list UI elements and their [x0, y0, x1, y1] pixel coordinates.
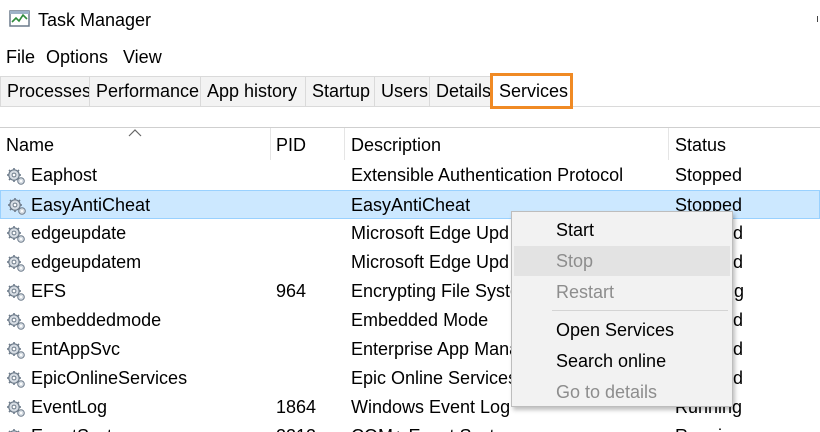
menu-bar: File Options View — [0, 44, 820, 70]
window-control-edge — [817, 16, 818, 22]
column-divider[interactable] — [668, 128, 669, 160]
service-description: Windows Event Log — [351, 397, 511, 417]
service-status: d — [733, 339, 744, 359]
context-menu: Start Stop Restart Open Services Search … — [511, 211, 733, 407]
service-name: Eaphost — [31, 165, 98, 185]
column-divider[interactable] — [344, 128, 345, 160]
service-description: Microsoft Edge Upd — [351, 252, 510, 272]
service-status: Stopped — [675, 165, 743, 185]
column-header-name[interactable]: Name — [6, 128, 54, 160]
context-menu-stop[interactable]: Stop — [514, 246, 730, 276]
service-status: d — [733, 252, 744, 272]
service-gear-icon — [6, 225, 26, 244]
service-status: d — [733, 223, 744, 243]
service-gear-icon — [6, 428, 26, 432]
service-name: EFS — [31, 281, 67, 301]
service-gear-icon — [6, 254, 26, 273]
service-gear-icon — [7, 197, 27, 216]
service-gear-icon — [6, 370, 26, 389]
window-title: Task Manager — [38, 10, 152, 30]
service-status: Running — [675, 422, 742, 432]
context-menu-open-services[interactable]: Open Services — [514, 315, 730, 345]
service-gear-icon — [6, 312, 26, 331]
tab-app-history[interactable]: App history — [200, 76, 305, 107]
service-status: d — [733, 310, 744, 330]
service-description: Extensible Authentication Protocol — [351, 165, 624, 185]
tab-startup[interactable]: Startup — [305, 76, 374, 107]
service-name: EasyAntiCheat — [31, 195, 151, 215]
column-header-status[interactable]: Status — [675, 128, 726, 160]
service-name: EventSystem — [31, 422, 137, 432]
service-name: edgeupdatem — [31, 252, 142, 272]
menu-file[interactable]: File — [6, 44, 35, 70]
service-gear-icon — [6, 399, 26, 418]
table-row[interactable]: EventSystem 2212 COM+ Event System Runni… — [0, 422, 820, 432]
task-manager-icon — [9, 10, 30, 27]
service-name: EntAppSvc — [31, 339, 121, 359]
service-name: edgeupdate — [31, 223, 127, 243]
column-header-pid[interactable]: PID — [276, 128, 306, 160]
service-gear-icon — [6, 167, 26, 186]
service-name: EpicOnlineServices — [31, 368, 188, 388]
service-description: Enterprise App Mana — [351, 339, 520, 359]
context-menu-restart[interactable]: Restart — [514, 277, 730, 307]
column-divider[interactable] — [270, 128, 271, 160]
service-description: Microsoft Edge Upd — [351, 223, 510, 243]
column-header-description[interactable]: Description — [351, 128, 441, 160]
service-description: EasyAntiCheat — [351, 195, 471, 215]
tab-bar: Processes Performance App history Startu… — [0, 73, 820, 109]
service-status: g — [734, 281, 745, 301]
tab-users[interactable]: Users — [374, 76, 429, 107]
service-pid: 964 — [276, 281, 307, 301]
menu-view[interactable]: View — [123, 44, 162, 70]
tab-details[interactable]: Details — [429, 76, 492, 107]
context-menu-go-to-details[interactable]: Go to details — [514, 377, 730, 407]
service-description: Epic Online Services — [351, 368, 518, 388]
service-pid: 1864 — [276, 397, 317, 417]
table-row[interactable]: Eaphost Extensible Authentication Protoc… — [0, 161, 820, 190]
context-menu-search-online[interactable]: Search online — [514, 346, 730, 376]
title-bar: Task Manager — [0, 0, 820, 40]
table-header: Name PID Description Status — [0, 128, 820, 160]
tab-processes[interactable]: Processes — [0, 76, 91, 107]
tab-services[interactable]: Services — [490, 73, 573, 109]
service-description: COM+ Event System — [351, 422, 520, 432]
menu-options[interactable]: Options — [46, 44, 108, 70]
context-menu-start[interactable]: Start — [514, 215, 730, 245]
service-gear-icon — [6, 283, 26, 302]
tab-divider — [0, 106, 820, 107]
tab-performance[interactable]: Performance — [89, 76, 200, 107]
service-gear-icon — [6, 341, 26, 360]
service-status: d — [733, 368, 744, 388]
service-description: Encrypting File Syste — [351, 281, 521, 301]
service-name: embeddedmode — [31, 310, 162, 330]
context-menu-separator — [552, 310, 728, 311]
service-name: EventLog — [31, 397, 108, 417]
service-pid: 2212 — [276, 422, 316, 432]
service-description: Embedded Mode — [351, 310, 489, 330]
